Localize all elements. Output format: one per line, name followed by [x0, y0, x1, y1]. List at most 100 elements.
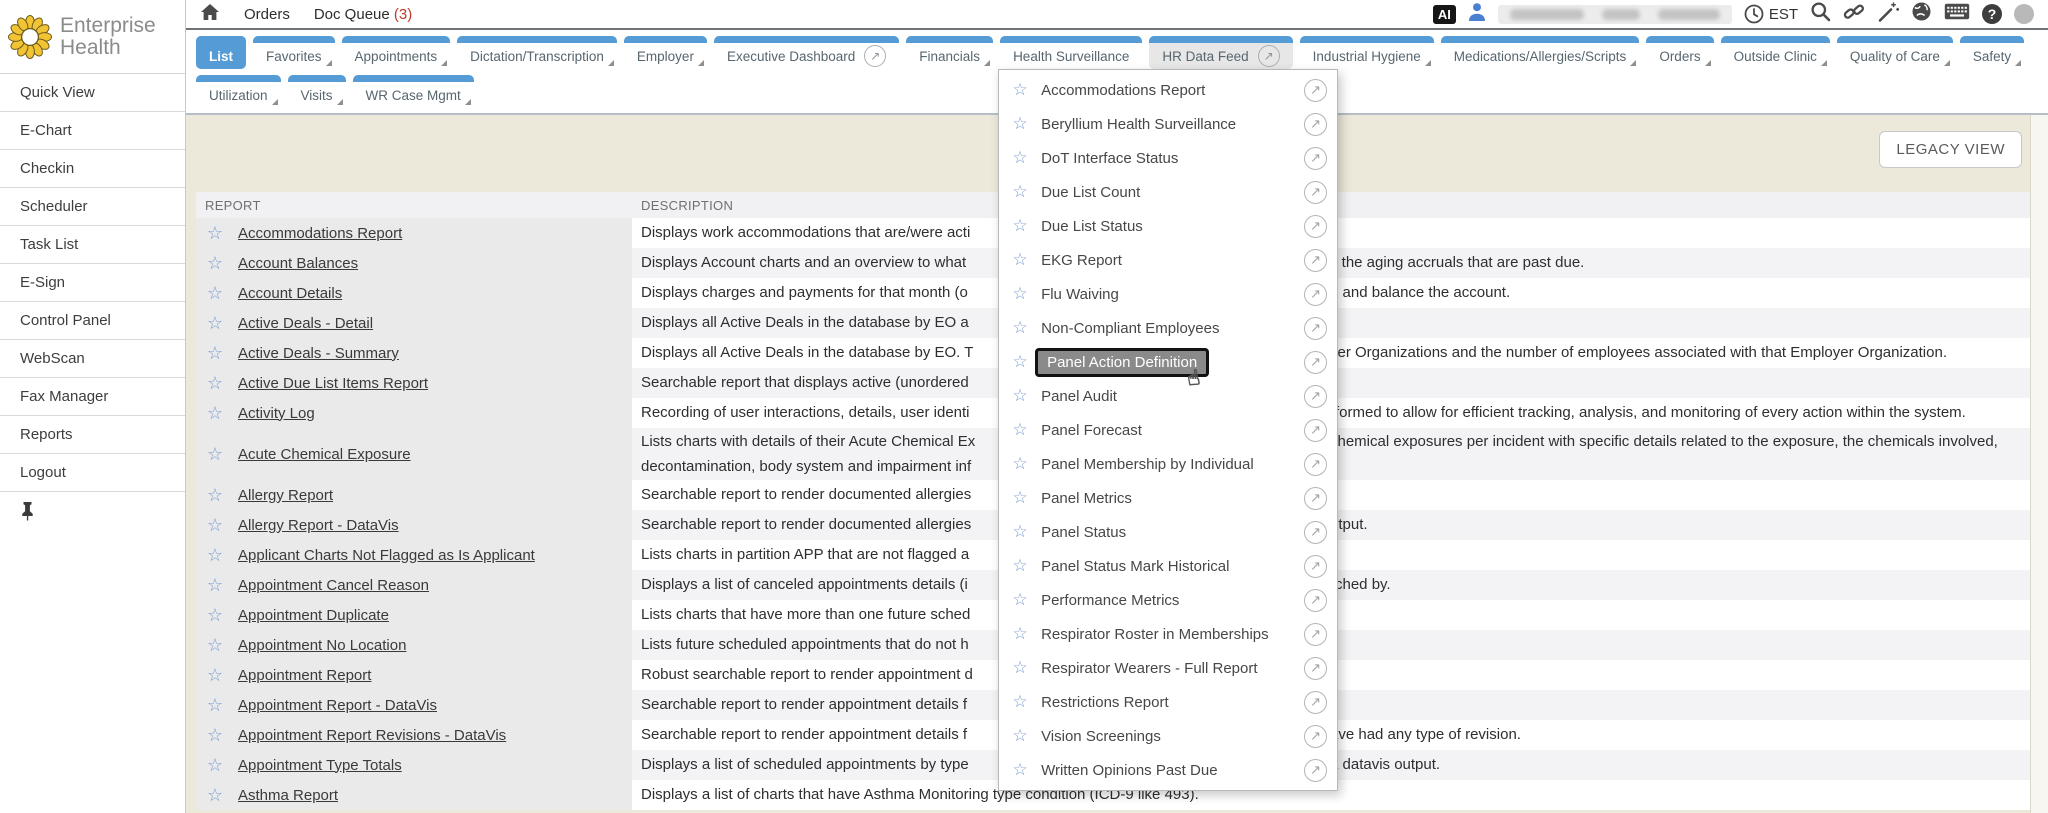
favorite-star-icon[interactable]: ☆: [1009, 250, 1031, 270]
favorite-star-icon[interactable]: ☆: [1009, 114, 1031, 134]
tab-utilization[interactable]: Utilization: [196, 75, 281, 108]
report-link[interactable]: Allergy Report - DataVis: [238, 517, 399, 534]
report-link[interactable]: Appointment Report: [238, 667, 371, 684]
sidebar-item-fax-manager[interactable]: Fax Manager: [0, 378, 185, 416]
menu-item-due-list-status[interactable]: ☆ Due List Status ↗: [999, 209, 1337, 243]
tab-list[interactable]: List: [196, 36, 246, 69]
search-button[interactable]: [1810, 1, 1831, 27]
report-link[interactable]: Active Deals - Summary: [238, 345, 399, 362]
tab-industrial-hygiene[interactable]: Industrial Hygiene: [1300, 36, 1434, 69]
favorite-star-icon[interactable]: ☆: [1009, 284, 1031, 304]
menu-item-ekg-report[interactable]: ☆ EKG Report ↗: [999, 243, 1337, 277]
menu-item-panel-action-definition[interactable]: ☆ Panel Action Definition ↗ ☝: [999, 345, 1337, 379]
wand-button[interactable]: [1877, 1, 1899, 28]
menu-item-beryllium-health-surveillance[interactable]: ☆ Beryllium Health Surveillance ↗: [999, 107, 1337, 141]
open-in-new-icon[interactable]: ↗: [1304, 283, 1327, 306]
open-in-new-icon[interactable]: ↗: [1304, 79, 1327, 102]
sidebar-item-e-chart[interactable]: E-Chart: [0, 112, 185, 150]
tab-employer[interactable]: Employer: [624, 36, 707, 69]
favorite-star-icon[interactable]: ☆: [1009, 556, 1031, 576]
favorite-star-icon[interactable]: ☆: [205, 785, 225, 806]
report-link[interactable]: Acute Chemical Exposure: [238, 446, 411, 463]
favorite-star-icon[interactable]: ☆: [1009, 624, 1031, 644]
report-link[interactable]: Appointment Report - DataVis: [238, 697, 437, 714]
favorite-star-icon[interactable]: ☆: [1009, 454, 1031, 474]
report-link[interactable]: Asthma Report: [238, 787, 338, 804]
favorite-star-icon[interactable]: ☆: [205, 403, 225, 424]
doc-queue-link[interactable]: Doc Queue (3): [314, 6, 412, 23]
menu-item-respirator-wearers-full-report[interactable]: ☆ Respirator Wearers - Full Report ↗: [999, 651, 1337, 685]
favorite-star-icon[interactable]: ☆: [205, 485, 225, 506]
menu-item-panel-metrics[interactable]: ☆ Panel Metrics ↗: [999, 481, 1337, 515]
menu-item-panel-status[interactable]: ☆ Panel Status ↗: [999, 515, 1337, 549]
favorite-star-icon[interactable]: ☆: [1009, 216, 1031, 236]
open-in-new-icon[interactable]: ↗: [1304, 147, 1327, 170]
tab-hr-data-feed[interactable]: HR Data Feed ↗: [1149, 36, 1292, 69]
open-in-new-icon[interactable]: ↗: [1304, 215, 1327, 238]
favorite-star-icon[interactable]: ☆: [205, 725, 225, 746]
favorite-star-icon[interactable]: ☆: [205, 755, 225, 776]
help-button[interactable]: ?: [1982, 4, 2002, 24]
open-in-new-icon[interactable]: ↗: [1304, 113, 1327, 136]
open-in-new-icon[interactable]: ↗: [1304, 759, 1327, 782]
scrollbar-track[interactable]: [2030, 115, 2048, 813]
menu-item-flu-waiving[interactable]: ☆ Flu Waiving ↗: [999, 277, 1337, 311]
favorite-star-icon[interactable]: ☆: [1009, 182, 1031, 202]
report-link[interactable]: Appointment No Location: [238, 637, 406, 654]
sidebar-item-reports[interactable]: Reports: [0, 416, 185, 454]
timezone-button[interactable]: EST: [1744, 4, 1798, 24]
favorite-star-icon[interactable]: ☆: [1009, 80, 1031, 100]
favorite-star-icon[interactable]: ☆: [205, 605, 225, 626]
favorite-star-icon[interactable]: ☆: [1009, 522, 1031, 542]
menu-item-panel-forecast[interactable]: ☆ Panel Forecast ↗: [999, 413, 1337, 447]
favorite-star-icon[interactable]: ☆: [1009, 386, 1031, 406]
open-in-new-icon[interactable]: ↗: [1304, 589, 1327, 612]
sidebar-item-task-list[interactable]: Task List: [0, 226, 185, 264]
favorite-star-icon[interactable]: ☆: [1009, 318, 1031, 338]
favorite-star-icon[interactable]: ☆: [205, 515, 225, 536]
report-link[interactable]: Account Details: [238, 285, 342, 302]
menu-item-non-compliant-employees[interactable]: ☆ Non-Compliant Employees ↗: [999, 311, 1337, 345]
open-in-new-icon[interactable]: ↗: [1304, 725, 1327, 748]
sidebar-item-scheduler[interactable]: Scheduler: [0, 188, 185, 226]
open-in-new-icon[interactable]: ↗: [1304, 419, 1327, 442]
open-in-new-icon[interactable]: ↗: [1304, 623, 1327, 646]
favorite-star-icon[interactable]: ☆: [1009, 420, 1031, 440]
favorite-star-icon[interactable]: ☆: [205, 343, 225, 364]
menu-item-written-opinions-past-due[interactable]: ☆ Written Opinions Past Due ↗: [999, 753, 1337, 787]
open-in-new-icon[interactable]: ↗: [1304, 249, 1327, 272]
open-in-new-icon[interactable]: ↗: [1304, 317, 1327, 340]
report-link[interactable]: Active Deals - Detail: [238, 315, 373, 332]
open-in-new-icon[interactable]: ↗: [864, 45, 886, 67]
open-in-new-icon[interactable]: ↗: [1304, 181, 1327, 204]
orders-link[interactable]: Orders: [244, 6, 290, 23]
open-in-new-icon[interactable]: ↗: [1304, 487, 1327, 510]
tab-safety[interactable]: Safety: [1960, 36, 2024, 69]
favorite-star-icon[interactable]: ☆: [205, 575, 225, 596]
globe-button[interactable]: [1911, 1, 1932, 27]
menu-item-accommodations-report[interactable]: ☆ Accommodations Report ↗: [999, 73, 1337, 107]
favorite-star-icon[interactable]: ☆: [205, 444, 225, 465]
tab-dictation-transcription[interactable]: Dictation/Transcription: [457, 36, 617, 69]
report-link[interactable]: Allergy Report: [238, 487, 333, 504]
favorite-star-icon[interactable]: ☆: [205, 665, 225, 686]
link-button[interactable]: [1843, 1, 1865, 28]
menu-item-respirator-roster-in-memberships[interactable]: ☆ Respirator Roster in Memberships ↗: [999, 617, 1337, 651]
menu-item-due-list-count[interactable]: ☆ Due List Count ↗: [999, 175, 1337, 209]
favorite-star-icon[interactable]: ☆: [205, 283, 225, 304]
favorite-star-icon[interactable]: ☆: [205, 373, 225, 394]
menu-item-panel-status-mark-historical[interactable]: ☆ Panel Status Mark Historical ↗: [999, 549, 1337, 583]
open-in-new-icon[interactable]: ↗: [1258, 45, 1280, 67]
legacy-view-button[interactable]: LEGACY VIEW: [1879, 131, 2022, 168]
favorite-star-icon[interactable]: ☆: [1009, 148, 1031, 168]
menu-item-dot-interface-status[interactable]: ☆ DoT Interface Status ↗: [999, 141, 1337, 175]
tab-quality-of-care[interactable]: Quality of Care: [1837, 36, 1953, 69]
sidebar-item-control-panel[interactable]: Control Panel: [0, 302, 185, 340]
sidebar-item-quick-view[interactable]: Quick View: [0, 74, 185, 112]
report-link[interactable]: Active Due List Items Report: [238, 375, 428, 392]
tab-orders[interactable]: Orders: [1646, 36, 1713, 69]
sidebar-item-logout[interactable]: Logout: [0, 454, 185, 492]
favorite-star-icon[interactable]: ☆: [1009, 488, 1031, 508]
ai-badge[interactable]: AI: [1433, 5, 1456, 24]
favorite-star-icon[interactable]: ☆: [205, 313, 225, 334]
